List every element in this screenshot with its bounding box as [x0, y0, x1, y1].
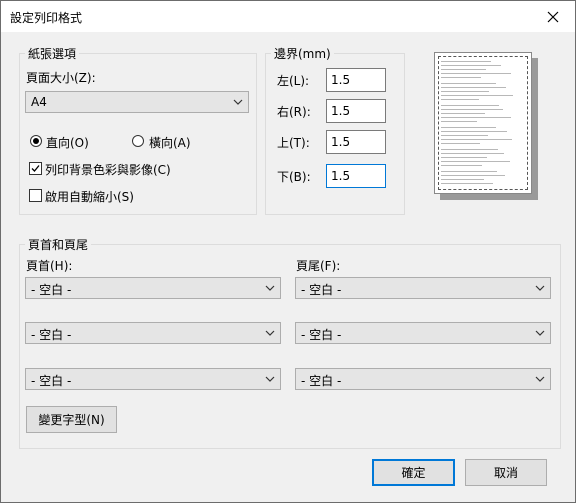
page-size-label: 頁面大小(Z):: [26, 71, 96, 85]
shrink-to-fit-checkbox[interactable]: [29, 189, 42, 202]
header-select-1[interactable]: - 空白 -: [25, 277, 281, 299]
print-background-label[interactable]: 列印背景色彩與影像(C): [45, 161, 171, 178]
header-footer-label: 頁首和頁尾: [25, 236, 92, 253]
left-margin-input[interactable]: 1.5: [326, 68, 386, 92]
bottom-margin-label: 下(B):: [277, 170, 311, 184]
chevron-down-icon: [233, 99, 243, 105]
chevron-down-icon: [265, 330, 275, 336]
chevron-down-icon: [265, 376, 275, 382]
portrait-radio[interactable]: [30, 135, 42, 147]
page-size-value: A4: [31, 95, 47, 109]
right-margin-input[interactable]: 1.5: [326, 99, 386, 123]
ok-button[interactable]: 確定: [372, 459, 455, 486]
landscape-label[interactable]: 橫向(A): [149, 134, 191, 151]
top-margin-input[interactable]: 1.5: [326, 130, 386, 154]
right-margin-label: 右(R):: [277, 105, 311, 119]
chevron-down-icon: [535, 285, 545, 291]
header-select-3[interactable]: - 空白 -: [25, 368, 281, 390]
footer-label: 頁尾(F):: [296, 259, 341, 273]
shrink-to-fit-label[interactable]: 啟用自動縮小(S): [45, 188, 134, 205]
margins-label: 邊界(mm): [271, 45, 334, 62]
paper-options-label: 紙張選項: [25, 45, 80, 62]
top-margin-label: 上(T):: [277, 136, 310, 150]
chevron-down-icon: [535, 330, 545, 336]
footer-select-2[interactable]: - 空白 -: [295, 322, 551, 344]
footer-select-2-value: - 空白 -: [301, 328, 342, 342]
cancel-button[interactable]: 取消: [465, 459, 547, 486]
title-bar: 設定列印格式: [1, 1, 575, 32]
footer-select-1[interactable]: - 空白 -: [295, 277, 551, 299]
header-select-1-value: - 空白 -: [31, 283, 72, 297]
footer-select-3-value: - 空白 -: [301, 374, 342, 388]
close-button[interactable]: [530, 1, 575, 32]
chevron-down-icon: [265, 285, 275, 291]
page-setup-dialog: 設定列印格式 紙張選項 頁面大小(Z): A4 直向(O) 橫向(A) 列印背景…: [0, 0, 576, 503]
page-preview: [434, 52, 532, 194]
dialog-title: 設定列印格式: [10, 11, 83, 25]
portrait-label[interactable]: 直向(O): [46, 134, 89, 151]
chevron-down-icon: [535, 376, 545, 382]
checkmark-icon: [31, 165, 40, 172]
header-select-2-value: - 空白 -: [31, 328, 72, 342]
header-select-2[interactable]: - 空白 -: [25, 322, 281, 344]
landscape-radio[interactable]: [132, 135, 144, 147]
close-icon: [547, 11, 558, 22]
footer-select-3[interactable]: - 空白 -: [295, 368, 551, 390]
print-background-checkbox[interactable]: [29, 162, 42, 175]
change-font-button[interactable]: 變更字型(N): [26, 406, 117, 433]
page-size-select[interactable]: A4: [25, 91, 249, 113]
left-margin-label: 左(L):: [277, 74, 310, 88]
footer-select-1-value: - 空白 -: [301, 283, 342, 297]
bottom-margin-input[interactable]: 1.5: [326, 164, 386, 188]
header-label: 頁首(H):: [26, 259, 73, 273]
header-select-3-value: - 空白 -: [31, 374, 72, 388]
